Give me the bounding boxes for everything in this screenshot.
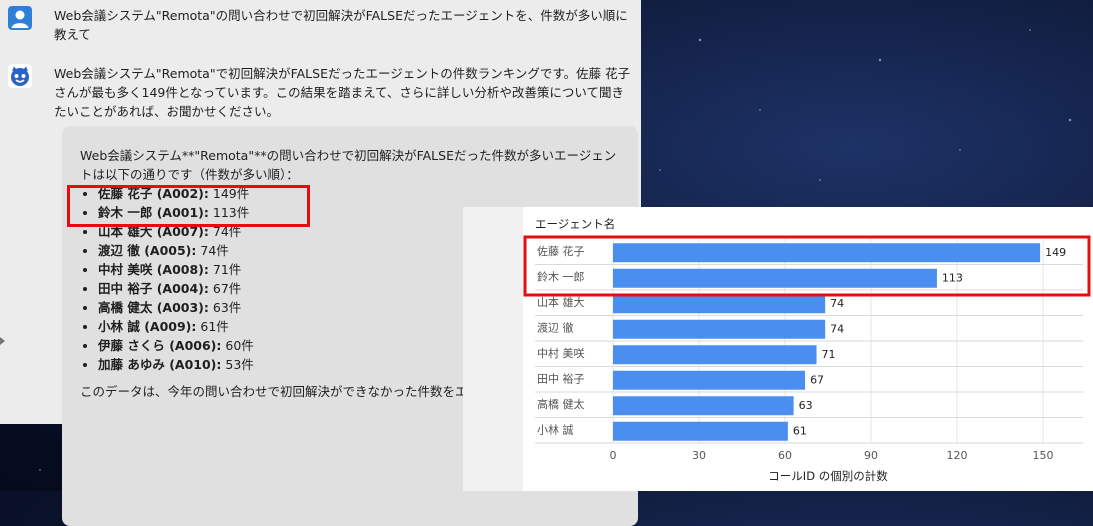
chat-highlight-box (67, 185, 310, 227)
x-tick-label: 120 (947, 449, 968, 462)
category-label: 高橋 健太 (537, 397, 585, 411)
user-avatar-icon (8, 6, 32, 30)
bar[interactable] (613, 268, 937, 288)
x-tick-label: 60 (778, 449, 792, 462)
data-label: 113 (942, 272, 963, 285)
category-label: 渡辺 徹 (537, 321, 574, 335)
bar[interactable] (613, 294, 826, 314)
data-label: 71 (822, 348, 836, 361)
data-label: 63 (799, 399, 813, 412)
category-label: 鈴木 一郎 (537, 270, 585, 284)
answer-intro-text: Web会議システム**"Remota"**の問い合わせで初回解決がFALSEだっ… (80, 148, 617, 182)
x-tick-label: 150 (1033, 449, 1054, 462)
data-label: 74 (830, 323, 844, 336)
bot-summary-text: Web会議システム"Remota"で初回解決がFALSEだったエージェントの件数… (54, 66, 631, 119)
bar[interactable] (613, 243, 1041, 263)
x-tick-label: 90 (864, 449, 878, 462)
x-tick-label: 30 (692, 449, 706, 462)
bar[interactable] (613, 345, 817, 365)
x-tick-label: 0 (610, 449, 617, 462)
category-label: 小林 誠 (537, 423, 574, 437)
category-label: 山本 雄大 (537, 295, 585, 309)
chart-card: エージェント名 佐藤 花子 149 鈴木 一郎 113 山本 雄大 74 渡辺 徹 74 中村 美… (523, 207, 1093, 491)
data-label: 74 (830, 297, 844, 310)
bar[interactable] (613, 370, 806, 390)
bar[interactable] (613, 421, 788, 441)
category-label: 田中 裕子 (537, 373, 585, 386)
bot-avatar-icon (8, 64, 32, 88)
bot-message: Web会議システム"Remota"で初回解決がFALSEだったエージェントの件数… (8, 64, 638, 526)
collapse-arrow-icon[interactable] (0, 337, 5, 345)
bar[interactable] (613, 396, 794, 416)
user-message: Web会議システム"Remota"の問い合わせで初回解決がFALSEだったエージ… (8, 6, 631, 44)
category-label: 佐藤 花子 (537, 244, 585, 258)
data-label: 149 (1045, 246, 1066, 259)
data-label: 67 (810, 374, 824, 387)
category-header: エージェント名 (535, 217, 615, 231)
x-axis-label: コールID の個別の計数 (768, 469, 888, 483)
bar[interactable] (613, 319, 826, 339)
chart-panel: エージェント名 佐藤 花子 149 鈴木 一郎 113 山本 雄大 74 渡辺 徹 74 中村 美… (463, 207, 1093, 491)
category-label: 中村 美咲 (537, 346, 585, 360)
user-message-text: Web会議システム"Remota"の問い合わせで初回解決がFALSEだったエージ… (54, 8, 628, 42)
data-label: 61 (793, 425, 807, 438)
bar-chart: エージェント名佐藤 花子 149 鈴木 一郎 113 山本 雄大 74 渡辺 徹 74 中村 美… (523, 217, 1091, 483)
